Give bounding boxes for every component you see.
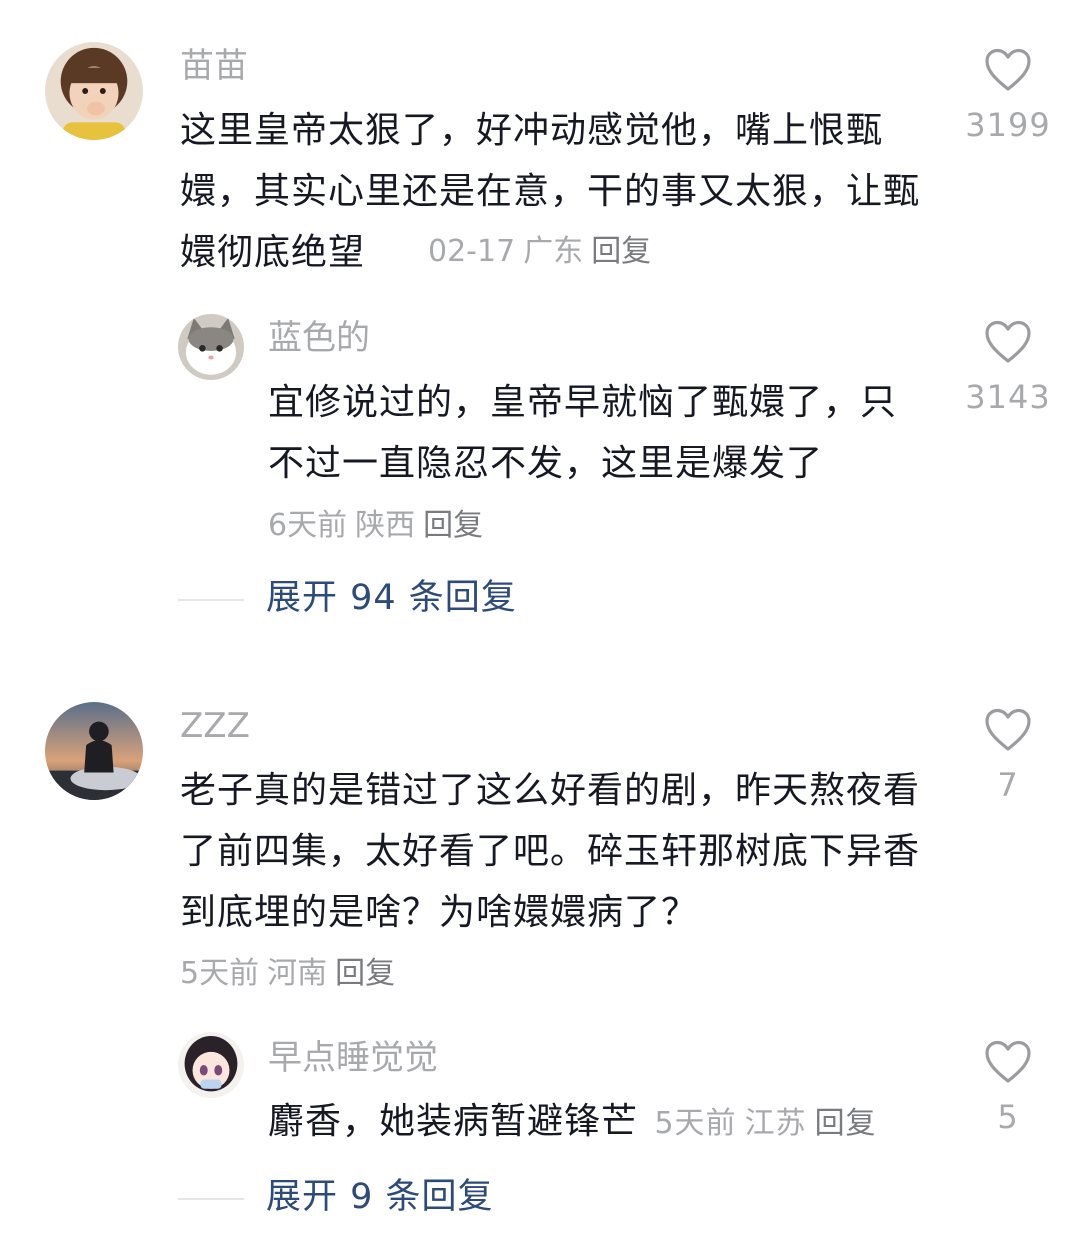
like-button[interactable]: 3143 <box>958 320 1058 416</box>
comment-meta: 5天前 河南 回复 <box>180 954 403 994</box>
reply-text: 宜修说过的，皇帝早就恼了甄嬛了，只不过一直隐忍不发，这里是爆发了 <box>268 382 898 484</box>
username[interactable]: ZZZ <box>180 706 250 746</box>
reply-button[interactable]: 回复 <box>423 508 483 543</box>
like-count: 3199 <box>965 106 1051 144</box>
comment-location: 广东 <box>523 234 584 269</box>
reply-button[interactable]: 回复 <box>815 1106 877 1141</box>
reply-meta: 6天前 陕西 回复 <box>268 506 491 546</box>
like-count: 7 <box>997 766 1019 804</box>
avatar[interactable] <box>178 1032 244 1098</box>
reply-button[interactable]: 回复 <box>591 234 651 269</box>
heart-outline-icon <box>985 1040 1031 1083</box>
like-button[interactable]: 5 <box>958 1040 1058 1136</box>
comment-item: 苗苗 这里皇帝太狠了，好冲动感觉他，嘴上恨甄嬛，其实心里还是在意，干的事又太狠，… <box>0 0 1080 630</box>
heart-outline-icon <box>985 320 1031 363</box>
comment-meta: 02-17 广东 回复 <box>428 232 659 272</box>
comment-location: 河南 <box>267 956 328 991</box>
username[interactable]: 蓝色的 <box>268 318 370 358</box>
avatar[interactable] <box>45 42 143 140</box>
reply-text: 麝香，她装病暂避锋芒 5天前 江苏 回复 <box>268 1091 948 1152</box>
reply-location: 江苏 <box>744 1106 807 1141</box>
username[interactable]: 早点睡觉觉 <box>268 1038 438 1078</box>
expand-replies-label: 展开 9 条回复 <box>266 1177 494 1217</box>
reply-time: 5天前 <box>654 1106 737 1141</box>
expand-replies-button[interactable]: 展开 94 条回复 <box>178 573 598 623</box>
comment-time: 02-17 <box>428 234 516 269</box>
like-count: 5 <box>997 1098 1019 1136</box>
avatar[interactable] <box>45 702 143 800</box>
reply-button[interactable]: 回复 <box>335 956 395 991</box>
avatar[interactable] <box>178 314 244 380</box>
reply-location: 陕西 <box>355 508 416 543</box>
reply-time: 6天前 <box>268 508 348 543</box>
expand-replies-label: 展开 94 条回复 <box>266 578 517 618</box>
like-count: 3143 <box>965 378 1051 416</box>
comment-time: 5天前 <box>180 956 260 991</box>
comment-text: 老子真的是错过了这么好看的剧，昨天熬夜看了前四集，太好看了吧。碎玉轩那树底下异香… <box>180 770 921 933</box>
heart-outline-icon <box>985 48 1031 91</box>
reply-meta: 5天前 江苏 回复 <box>654 1106 884 1141</box>
reply-text-content: 麝香，她装病暂避锋芒 <box>268 1101 639 1142</box>
heart-outline-icon <box>985 708 1031 751</box>
divider-line <box>178 1198 244 1200</box>
expand-replies-button[interactable]: 展开 9 条回复 <box>178 1172 598 1222</box>
username[interactable]: 苗苗 <box>180 46 248 86</box>
like-button[interactable]: 3199 <box>958 48 1058 144</box>
comment-item: ZZZ 老子真的是错过了这么好看的剧，昨天熬夜看了前四集，太好看了吧。碎玉轩那树… <box>0 680 1080 1234</box>
like-button[interactable]: 7 <box>958 708 1058 804</box>
divider-line <box>178 599 244 601</box>
